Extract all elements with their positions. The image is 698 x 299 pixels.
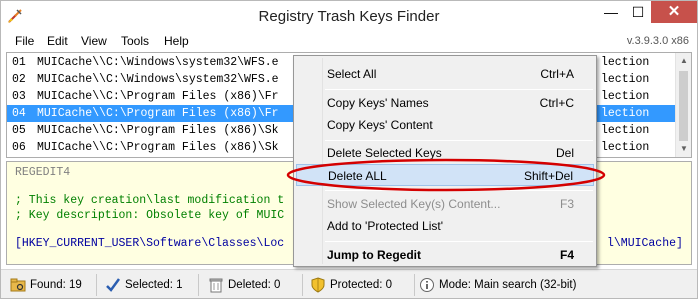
deleted-count: Deleted: 0 xyxy=(228,279,281,291)
row-key: MUICache\\C:\Windows\system32\WFS.e xyxy=(37,56,279,69)
status-found: Found: 19 xyxy=(10,277,90,293)
status-protected: Protected: 0 xyxy=(310,277,410,293)
row-key-tail: lection xyxy=(601,90,650,103)
row-number: 03 xyxy=(12,90,26,103)
menu-item-label: Add to 'Protected List' xyxy=(327,219,443,233)
menu-separator xyxy=(325,140,593,141)
details-key-path: [HKEY_CURRENT_USER\Software\Classes\Loc xyxy=(15,237,285,250)
status-divider xyxy=(302,274,303,296)
status-mode: Mode: Main search (32-bit) xyxy=(419,277,599,293)
menu-help[interactable]: Help xyxy=(164,34,189,48)
minimize-button[interactable]: — xyxy=(597,1,625,23)
found-count: Found: 19 xyxy=(30,279,82,291)
folder-icon xyxy=(10,278,26,292)
version-label: v.3.9.3.0 x86 xyxy=(626,35,689,47)
menu-item-shortcut: F4 xyxy=(559,248,574,262)
menu-view[interactable]: View xyxy=(81,34,107,48)
details-comment: ; This key creation\last modification t xyxy=(15,194,285,207)
status-selected: Selected: 1 xyxy=(105,277,195,293)
menu-item-shortcut: Ctrl+C xyxy=(539,96,574,110)
details-key-path-end: l\MUICache] xyxy=(607,237,683,250)
row-number: 02 xyxy=(12,73,26,86)
menu-item-label: Copy Keys' Content xyxy=(327,118,433,132)
status-bar: Found: 19 Selected: 1 Deleted: 0 Protect… xyxy=(1,269,697,298)
menu-edit[interactable]: Edit xyxy=(47,34,68,48)
trash-icon xyxy=(209,278,223,293)
row-number: 01 xyxy=(12,56,26,69)
close-button[interactable]: ✕ xyxy=(651,1,697,23)
mode-label: Mode: Main search (32-bit) xyxy=(439,279,577,291)
menu-item-copy-names[interactable]: Copy Keys' Names Ctrl+C xyxy=(296,92,594,114)
row-number: 05 xyxy=(12,124,26,137)
selected-count: Selected: 1 xyxy=(125,279,183,291)
menu-item-shortcut: F3 xyxy=(559,197,574,211)
row-key: MUICache\\C:\Program Files (x86)\Fr xyxy=(37,90,279,103)
row-key-tail: lection xyxy=(601,141,650,154)
scroll-down-icon[interactable]: ▼ xyxy=(676,141,691,157)
menu-item-copy-content[interactable]: Copy Keys' Content xyxy=(296,114,594,136)
menu-item-label: Jump to Regedit xyxy=(327,248,422,262)
menu-item-label: Copy Keys' Names xyxy=(327,96,429,110)
list-scrollbar[interactable]: ▲ ▼ xyxy=(675,53,691,157)
menu-file[interactable]: File xyxy=(15,34,34,48)
maximize-button[interactable]: ☐ xyxy=(625,1,651,23)
checkmark-icon xyxy=(106,278,121,292)
menu-item-label: Show Selected Key(s) Content... xyxy=(327,197,501,211)
menu-item-add-protected[interactable]: Add to 'Protected List' xyxy=(296,215,594,237)
row-key-tail: lection xyxy=(601,107,650,120)
menu-item-select-all[interactable]: Select All Ctrl+A xyxy=(296,63,594,85)
window-title: Registry Trash Keys Finder xyxy=(258,8,440,25)
app-window: Registry Trash Keys Finder — ☐ ✕ File Ed… xyxy=(0,0,698,299)
details-comment: ; Key description: Obsolete key of MUIC xyxy=(15,209,285,222)
menu-bar: File Edit View Tools Help v.3.9.3.0 x86 xyxy=(1,31,697,51)
status-divider xyxy=(198,274,199,296)
row-key: MUICache\\C:\Windows\system32\WFS.e xyxy=(37,73,279,86)
details-header: REGEDIT4 xyxy=(15,166,71,179)
menu-separator xyxy=(325,241,593,242)
row-key-tail: lection xyxy=(601,73,650,86)
annotation-ellipse xyxy=(286,158,606,192)
menu-tools[interactable]: Tools xyxy=(121,34,149,48)
info-icon xyxy=(420,278,434,292)
title-bar[interactable]: Registry Trash Keys Finder — ☐ ✕ xyxy=(1,1,697,31)
row-key: MUICache\\C:\Program Files (x86)\Sk xyxy=(37,124,279,137)
row-number: 04 xyxy=(12,107,26,120)
scroll-thumb[interactable] xyxy=(679,71,688,141)
menu-separator xyxy=(325,89,593,90)
menu-item-label: Select All xyxy=(327,67,377,81)
row-key: MUICache\\C:\Program Files (x86)\Sk xyxy=(37,141,279,154)
status-deleted: Deleted: 0 xyxy=(208,277,298,293)
row-key-tail: lection xyxy=(601,124,650,137)
status-divider xyxy=(96,274,97,296)
row-key-tail: lection xyxy=(601,56,650,69)
menu-item-show-content[interactable]: Show Selected Key(s) Content... F3 xyxy=(296,193,594,215)
status-divider xyxy=(414,274,415,296)
row-number: 06 xyxy=(12,141,26,154)
shield-icon xyxy=(311,277,325,293)
protected-count: Protected: 0 xyxy=(330,279,393,291)
menu-item-jump-regedit[interactable]: Jump to Regedit F4 xyxy=(296,244,594,266)
row-key: MUICache\\C:\Program Files (x86)\Fr xyxy=(37,107,279,120)
menu-item-shortcut: Ctrl+A xyxy=(540,67,574,81)
scroll-up-icon[interactable]: ▲ xyxy=(676,53,691,69)
